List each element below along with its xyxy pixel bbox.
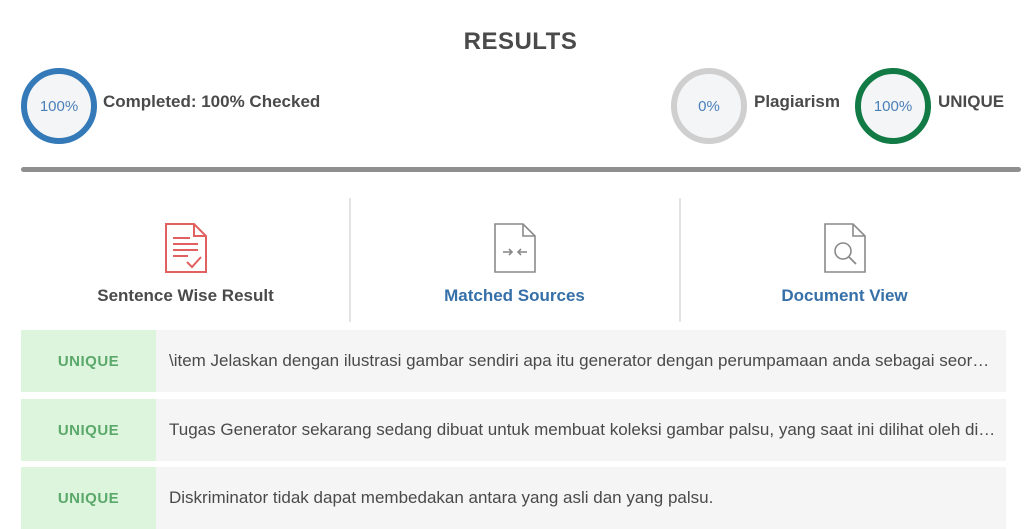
completed-progress-circle: 100% — [21, 68, 97, 144]
sentence-text: Diskriminator tidak dapat membedakan ant… — [169, 488, 714, 507]
document-check-icon — [162, 222, 210, 274]
completed-percent: 100% — [39, 97, 79, 115]
unique-status-badge: UNIQUE — [21, 399, 156, 461]
plagiarism-progress-circle: 0% — [671, 68, 747, 144]
tab-document-view[interactable]: Document View — [679, 198, 1008, 322]
unique-label: UNIQUE — [938, 92, 1005, 111]
sentence-text: \item Jelaskan dengan ilustrasi gambar s… — [169, 351, 996, 370]
unique-percent: 100% — [873, 97, 913, 115]
page-title: RESULTS — [463, 28, 578, 55]
tab-sentence-wise-result[interactable]: Sentence Wise Result — [21, 198, 350, 322]
plagiarism-label: Plagiarism — [754, 92, 840, 111]
unique-status-badge: UNIQUE — [21, 467, 156, 529]
tab-label: Document View — [781, 286, 908, 305]
sentence-row[interactable]: UNIQUE \item Jelaskan dengan ilustrasi g… — [21, 330, 1006, 392]
sentence-row[interactable]: UNIQUE Diskriminator tidak dapat membeda… — [21, 467, 1006, 529]
document-search-icon — [821, 222, 869, 274]
tab-matched-sources[interactable]: Matched Sources — [349, 198, 678, 322]
unique-status-badge: UNIQUE — [21, 330, 156, 392]
sentence-text: Tugas Generator sekarang sedang dibuat u… — [169, 420, 996, 439]
unique-progress-circle: 100% — [855, 68, 931, 144]
completed-label: Completed: 100% Checked — [103, 92, 321, 111]
plagiarism-percent: 0% — [698, 97, 720, 115]
tab-label: Matched Sources — [444, 286, 585, 305]
tab-label: Sentence Wise Result — [97, 286, 274, 305]
compare-document-icon — [491, 222, 539, 274]
sentence-row[interactable]: UNIQUE Tugas Generator sekarang sedang d… — [21, 399, 1006, 461]
section-divider — [21, 167, 1021, 172]
